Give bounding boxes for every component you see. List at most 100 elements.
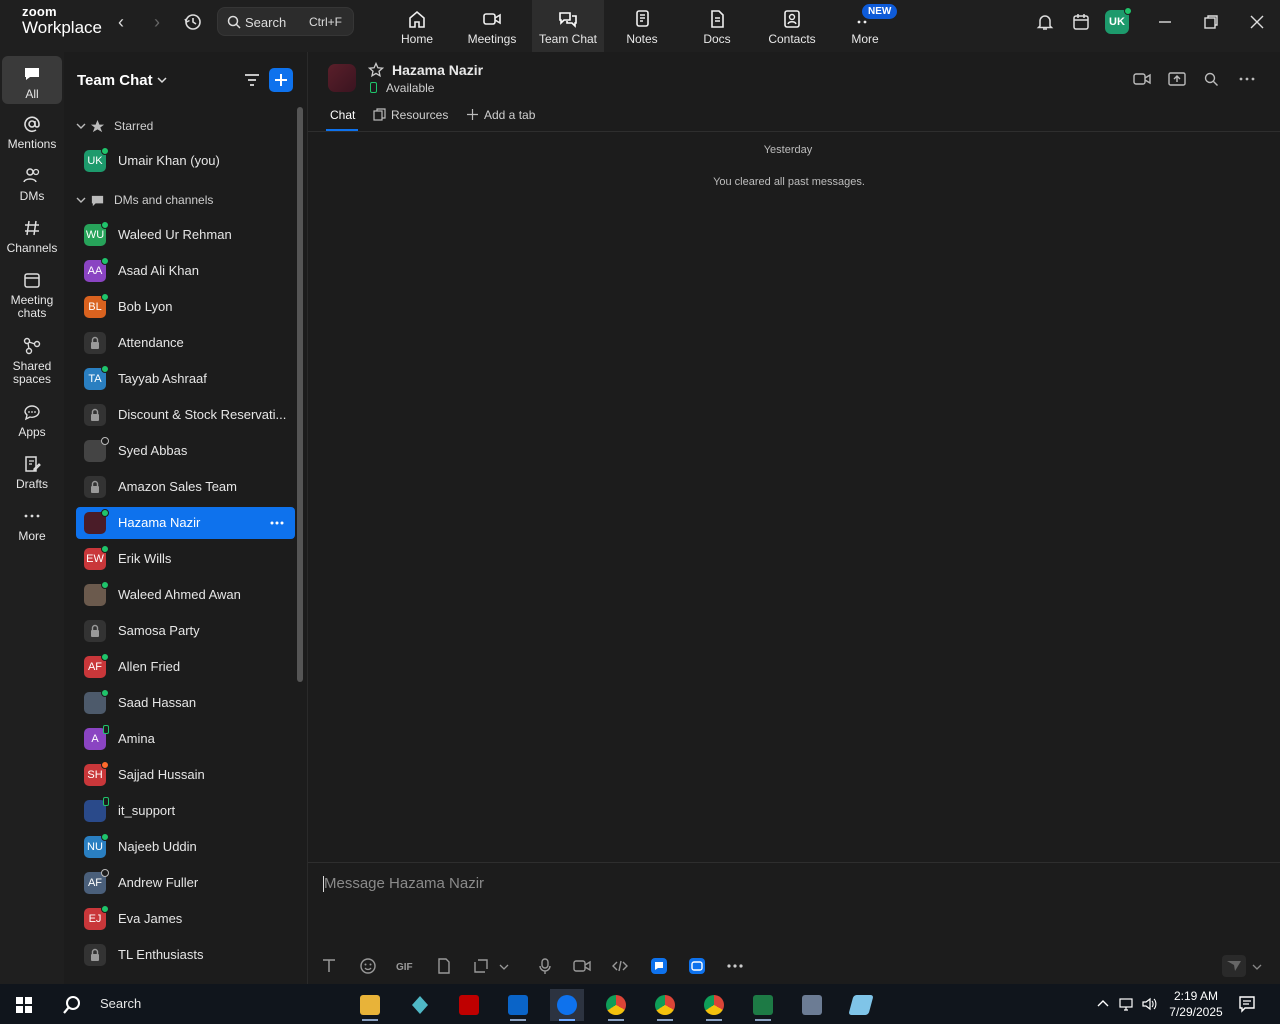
chevron-up-icon[interactable] <box>1095 996 1111 1012</box>
user-avatar[interactable]: UK <box>1105 7 1132 34</box>
chat-row[interactable]: Saad Hassan <box>76 687 295 719</box>
new-chat-button[interactable] <box>269 68 293 92</box>
chat-row[interactable]: AF Andrew Fuller <box>76 867 295 899</box>
tab-team-chat[interactable]: Team Chat <box>532 0 604 52</box>
file-icon[interactable] <box>435 957 453 975</box>
chevron-down-icon[interactable] <box>156 74 168 86</box>
chrome-icon[interactable] <box>648 989 682 1021</box>
excel-icon[interactable] <box>746 989 780 1021</box>
app-zoom-icon[interactable] <box>688 957 706 975</box>
video-message-icon[interactable] <box>573 957 591 975</box>
share-screen-icon[interactable] <box>1168 71 1186 87</box>
minimize-icon[interactable] <box>1156 13 1174 31</box>
avatar: WU <box>84 221 109 246</box>
text-format-icon[interactable] <box>320 957 338 975</box>
chat-row[interactable]: AF Allen Fried <box>76 651 295 683</box>
channel-row[interactable]: Attendance <box>76 327 295 359</box>
message-composer[interactable]: Message Hazama Nazir GIF <box>308 862 1280 984</box>
rail-meeting-chats[interactable]: Meeting chats <box>2 270 62 320</box>
channel-row[interactable]: TL Enthusiasts <box>76 939 295 971</box>
tab-docs[interactable]: Docs <box>681 0 753 52</box>
forward-arrow-icon[interactable]: › <box>147 12 167 32</box>
chat-row[interactable]: SH Sajjad Hussain <box>76 759 295 791</box>
microphone-icon[interactable] <box>536 957 554 975</box>
chrome-icon[interactable] <box>599 989 633 1021</box>
code-snippet-icon[interactable] <box>611 957 629 975</box>
sidebar-title[interactable]: Team Chat <box>77 72 153 89</box>
emoji-icon[interactable] <box>359 957 377 975</box>
rail-dms[interactable]: DMs <box>2 166 62 203</box>
chat-name: Erik Wills <box>118 551 172 566</box>
restore-icon[interactable] <box>1202 13 1220 31</box>
channel-row[interactable]: Samosa Party <box>76 615 295 647</box>
screenshot-icon[interactable] <box>472 957 490 975</box>
tab-meetings[interactable]: Meetings <box>456 0 528 52</box>
search-icon <box>227 15 241 29</box>
chat-row[interactable]: EJ Eva James <box>76 903 295 935</box>
search-chat-icon[interactable] <box>1202 71 1220 87</box>
back-arrow-icon[interactable]: ‹ <box>111 12 131 32</box>
rail-shared-spaces[interactable]: Shared spaces <box>2 336 62 386</box>
chat-row[interactable]: Waleed Ahmed Awan <box>76 579 295 611</box>
row-more-icon[interactable] <box>269 515 285 531</box>
close-icon[interactable] <box>1248 13 1266 31</box>
rail-all[interactable]: All <box>2 56 62 104</box>
filter-icon[interactable] <box>243 71 261 89</box>
send-options-icon[interactable] <box>1250 957 1264 975</box>
rail-mentions[interactable]: Mentions <box>2 114 62 151</box>
chat-row[interactable]: Syed Abbas <box>76 435 295 467</box>
chat-row[interactable]: NU Najeeb Uddin <box>76 831 295 863</box>
chat-row[interactable]: it_support <box>76 795 295 827</box>
filezilla-icon[interactable] <box>452 989 486 1021</box>
contact-name[interactable]: Hazama Nazir <box>392 62 483 78</box>
search-bar[interactable]: Search Ctrl+F <box>217 7 354 36</box>
zoom-icon[interactable] <box>550 989 584 1021</box>
file-explorer-icon[interactable] <box>353 989 387 1021</box>
chat-row[interactable]: WU Waleed Ur Rehman <box>76 219 295 251</box>
presence-dot <box>101 293 109 301</box>
channel-row[interactable]: Discount & Stock Reservati... <box>76 399 295 431</box>
star-outline-icon[interactable] <box>368 62 384 78</box>
outlook-icon[interactable] <box>501 989 535 1021</box>
send-button[interactable] <box>1222 955 1246 977</box>
taskbar-search-icon[interactable] <box>62 995 82 1015</box>
tab-add[interactable]: Add a tab <box>466 108 535 132</box>
video-call-icon[interactable] <box>1133 71 1151 87</box>
tab-notes[interactable]: Notes <box>606 0 678 52</box>
contact-avatar[interactable] <box>328 64 356 92</box>
chat-row[interactable]: TA Tayyab Ashraaf <box>76 363 295 395</box>
more-options-icon[interactable] <box>726 957 744 975</box>
chat-row[interactable]: Hazama Nazir <box>76 507 295 539</box>
volume-icon[interactable] <box>1141 996 1157 1012</box>
notification-center-icon[interactable] <box>1238 995 1256 1013</box>
chat-row[interactable]: A Amina <box>76 723 295 755</box>
tab-home[interactable]: Home <box>381 0 453 52</box>
network-icon[interactable] <box>1118 996 1134 1012</box>
chat-row[interactable]: BL Bob Lyon <box>76 291 295 323</box>
more-options-header-icon[interactable] <box>1238 71 1256 87</box>
sidebar-scrollbar[interactable] <box>297 107 303 682</box>
chat-row[interactable]: EW Erik Wills <box>76 543 295 575</box>
rail-more[interactable]: More <box>2 506 62 543</box>
app-notes-icon[interactable] <box>844 989 878 1021</box>
tab-contacts[interactable]: Contacts <box>756 0 828 52</box>
chat-row[interactable]: AA Asad Ali Khan <box>76 255 295 287</box>
screenshot-dropdown-icon[interactable] <box>498 957 510 975</box>
app-diamond-icon[interactable] <box>403 989 437 1021</box>
chat-row[interactable]: UK Umair Khan (you) <box>76 145 295 177</box>
chrome-icon[interactable] <box>697 989 731 1021</box>
taskbar-search-label[interactable]: Search <box>100 996 141 1011</box>
bell-icon[interactable] <box>1036 13 1054 31</box>
windows-start-icon[interactable] <box>15 996 33 1014</box>
rail-drafts[interactable]: Drafts <box>2 454 62 491</box>
calculator-icon[interactable] <box>795 989 829 1021</box>
calendar-widget-icon[interactable] <box>1072 13 1090 31</box>
app-blue-icon[interactable] <box>650 957 668 975</box>
gif-icon[interactable]: GIF <box>395 957 417 975</box>
tab-resources[interactable]: Resources <box>373 108 448 132</box>
rail-apps[interactable]: Apps <box>2 402 62 439</box>
system-clock[interactable]: 2:19 AM 7/29/2025 <box>1164 988 1228 1020</box>
rail-channels[interactable]: Channels <box>2 218 62 255</box>
history-icon[interactable] <box>183 12 203 32</box>
channel-row[interactable]: Amazon Sales Team <box>76 471 295 503</box>
